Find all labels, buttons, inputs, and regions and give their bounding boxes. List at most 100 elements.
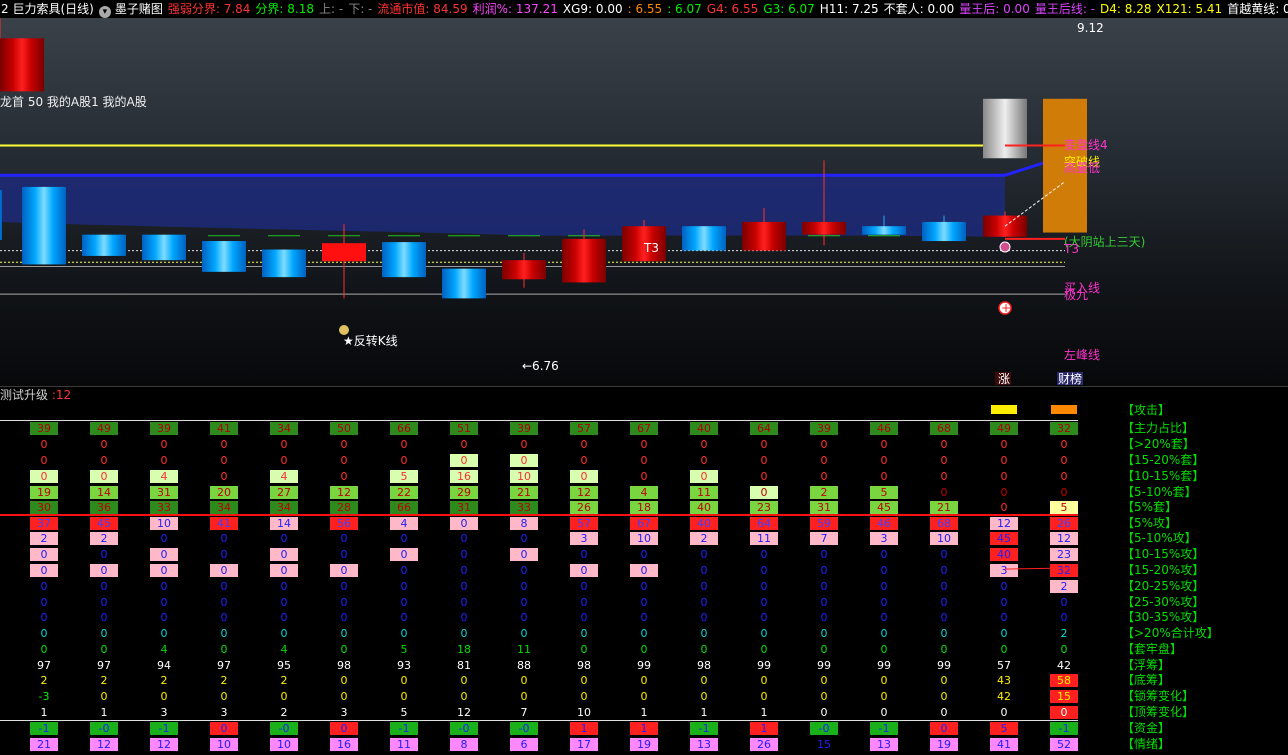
- indicator-cell: 0: [450, 454, 478, 467]
- indicator-cell: 64: [750, 422, 778, 435]
- row-label: 【30-35%攻】: [1122, 610, 1205, 624]
- indicator-cell: 0: [340, 643, 348, 656]
- indicator-cell: 0: [1000, 706, 1008, 719]
- indicator-cell: 21: [510, 486, 538, 499]
- indicator-cell: 37: [30, 517, 58, 530]
- indicator-panel[interactable]: 【攻击】 【主力占比】 【>20%套】 【15-20%套】 【10-15%套】 【5-10…: [0, 401, 1288, 755]
- indicator-cell: 41: [210, 422, 238, 435]
- indicator-cell: -1: [30, 722, 58, 735]
- candlestick-chart[interactable]: 9.12←6.76T3★反转K线变盘线4突破线高量低(大阴站上三天)T3买入线极…: [0, 18, 1288, 386]
- candle[interactable]: [82, 234, 126, 256]
- indicator-cell: 1: [640, 706, 648, 719]
- indicator-cell: 46: [870, 517, 898, 530]
- indicator-cell: 0: [580, 454, 588, 467]
- candle[interactable]: [682, 226, 726, 251]
- indicator-cell: 0: [940, 627, 948, 640]
- row-label: 【10-15%套】: [1122, 469, 1205, 483]
- indicator-cell: 0: [1050, 706, 1078, 719]
- candle[interactable]: [262, 249, 306, 278]
- candle[interactable]: [802, 221, 846, 235]
- indicator-cell: 0: [160, 532, 168, 545]
- indicator-cell: 0: [760, 674, 768, 687]
- indicator-cell: 0: [280, 627, 288, 640]
- volume-band: [0, 175, 1005, 237]
- candle[interactable]: [922, 221, 966, 242]
- candle[interactable]: [742, 221, 786, 251]
- header-indicator-13: 量王后: 0.00: [959, 2, 1030, 16]
- candle[interactable]: [442, 268, 486, 299]
- indicator-cell: 0: [880, 454, 888, 467]
- candle[interactable]: [862, 226, 906, 235]
- candle[interactable]: [502, 260, 546, 280]
- indicator-cell: 0: [820, 690, 828, 703]
- indicator-cell: 10: [577, 706, 591, 719]
- row-label: 【15-20%攻】: [1122, 563, 1205, 577]
- candle[interactable]: [562, 238, 606, 283]
- candle[interactable]: [142, 234, 186, 261]
- indicator-cell: 0: [40, 643, 48, 656]
- candle[interactable]: [0, 38, 44, 92]
- indicator-cell: 0: [220, 580, 228, 593]
- indicator-cell: 66: [390, 501, 418, 514]
- indicator-cell: 16: [330, 738, 358, 751]
- indicator-cell: 0: [400, 627, 408, 640]
- line-label-1: 变盘线4: [1064, 137, 1108, 152]
- indicator-cell: 57: [570, 517, 598, 530]
- row-label: 【15-20%套】: [1122, 453, 1205, 467]
- indicator-cell: 0: [280, 611, 288, 624]
- indicator-cell: 0: [880, 643, 888, 656]
- row-label: 【套牢盘】: [1122, 642, 1183, 656]
- indicator-cell: 0: [880, 690, 888, 703]
- indicator-cell: 0: [340, 596, 348, 609]
- header-indicator-14: 量王后线: -: [1034, 2, 1096, 16]
- low-label: ←6.76: [522, 359, 559, 373]
- indicator-cell: 21: [30, 738, 58, 751]
- indicator-name: 测试升级: [0, 388, 49, 402]
- indicator-cell: 4: [390, 517, 418, 530]
- indicator-cell: 0: [690, 470, 718, 483]
- indicator-cell: 0: [160, 454, 168, 467]
- indicator-cell: 33: [510, 501, 538, 514]
- indicator-cell: 27: [270, 486, 298, 499]
- indicator-cell: 0: [580, 438, 588, 451]
- indicator-cell: 2: [280, 674, 288, 687]
- indicator-cell: 1: [700, 706, 708, 719]
- candle[interactable]: [202, 241, 246, 272]
- indicator-cell: 28: [330, 501, 358, 514]
- candle[interactable]: [322, 243, 366, 262]
- header-indicator-2: 上: -: [319, 2, 344, 16]
- indicator-cell: 0: [210, 722, 238, 735]
- indicator-cell: 22: [390, 486, 418, 499]
- candle[interactable]: [22, 186, 66, 265]
- indicator-cell: 58: [1050, 674, 1078, 687]
- indicator-cell: 16: [450, 470, 478, 483]
- indicator-cell: 0: [220, 454, 228, 467]
- indicator-cell: 0: [760, 438, 768, 451]
- candle[interactable]: [0, 190, 2, 240]
- row-label: 【浮筹】: [1122, 658, 1171, 672]
- indicator-cell: 49: [90, 422, 118, 435]
- indicator-cell: 0: [580, 690, 588, 703]
- indicator-cell: 31: [450, 501, 478, 514]
- indicator-cell: 0: [280, 596, 288, 609]
- kline-panel[interactable]: 龙首 50 我的A股1 我的A股 9.12 ←6.76 T3 ★反转K线 变盘线4 突破线…: [0, 18, 1288, 386]
- indicator-cell: 45: [990, 532, 1018, 545]
- formula-menu[interactable]: 墨子赌图: [115, 2, 163, 16]
- indicator-cell: 0: [520, 690, 528, 703]
- indicator-cell: 42: [997, 690, 1011, 703]
- indicator-cell: 8: [510, 517, 538, 530]
- indicator-cell: 2: [1060, 627, 1068, 640]
- red-threshold-line: [0, 514, 1078, 516]
- indicator-cell: 39: [150, 422, 178, 435]
- indicator-cell: 0: [580, 596, 588, 609]
- indicator-cell: 0: [400, 438, 408, 451]
- indicator-cell: 0: [640, 611, 648, 624]
- candle[interactable]: [382, 242, 426, 278]
- indicator-cell: 0: [160, 596, 168, 609]
- indicator-cell: 0: [520, 627, 528, 640]
- indicator-cell: 0: [640, 548, 648, 561]
- indicator-cell: 0: [640, 643, 648, 656]
- indicator-cell: 18: [630, 501, 658, 514]
- indicator-cell: 0: [40, 438, 48, 451]
- chevron-down-icon[interactable]: ▾: [98, 6, 111, 18]
